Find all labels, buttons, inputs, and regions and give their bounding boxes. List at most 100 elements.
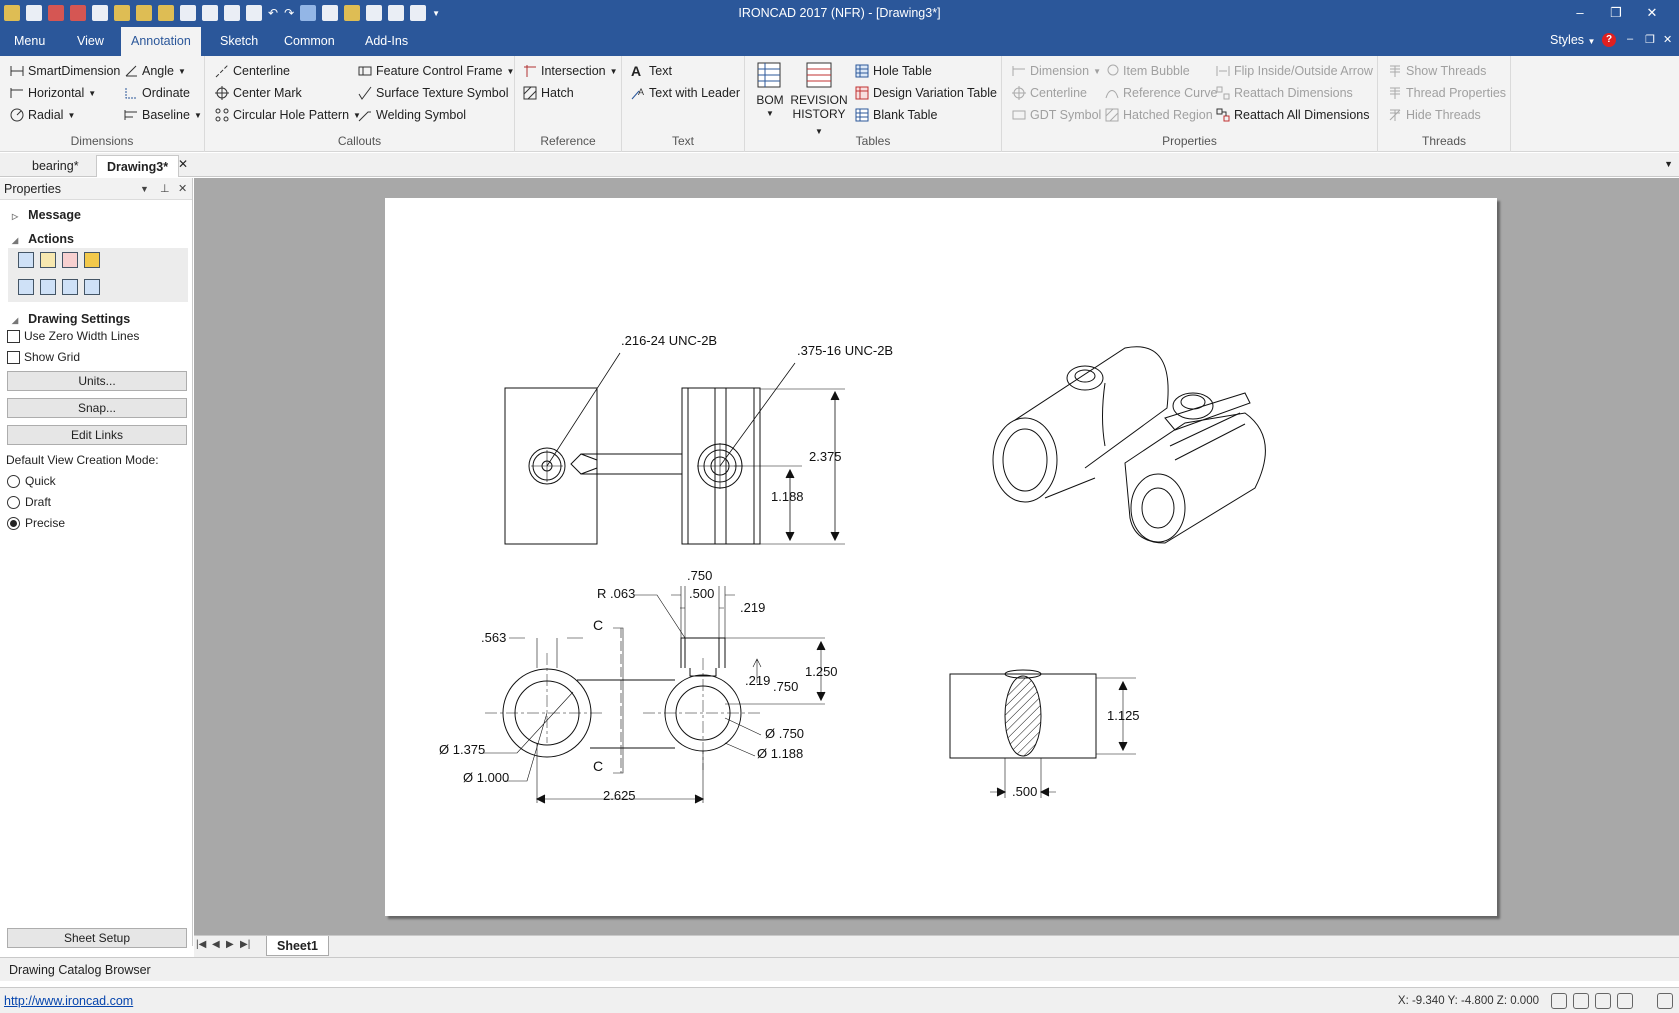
tree-action-icon[interactable] [62,279,78,295]
close-button[interactable]: ✕ [1637,3,1667,23]
ordinate-button[interactable]: Ordinate [124,83,190,103]
hierarchy-action-icon[interactable] [84,279,100,295]
actions-section[interactable]: ◢ Actions [12,232,74,246]
pan-icon[interactable] [1573,993,1589,1009]
tab-menu[interactable]: Menu [4,27,55,56]
drawing-canvas[interactable]: .216-24 UNC-2B .375-16 UNC-2B 2.375 1.18… [194,178,1679,935]
smart-icon[interactable] [300,5,317,21]
sheet-setup-button[interactable]: Sheet Setup [7,928,187,948]
intersection-button[interactable]: Intersection ▼ [523,61,618,81]
hatched-region-button[interactable]: Hatched Region [1105,105,1213,125]
folder-action-icon[interactable] [84,252,100,268]
tab-annotation[interactable]: Annotation [121,27,201,56]
smartdimension-button[interactable]: SmartDimension [10,61,120,81]
customize-dropdown-icon[interactable]: ▼ [432,9,440,18]
welding-symbol-button[interactable]: Welding Symbol [358,105,466,125]
catalog-browser-bar[interactable]: Drawing Catalog Browser [0,957,1679,981]
doc-tab-drawing3[interactable]: Drawing3* [96,155,180,177]
undo-icon[interactable]: ↶ [268,6,278,20]
gdt-symbol-button[interactable]: GDT Symbol [1012,105,1101,125]
edit-links-button[interactable]: Edit Links [7,425,187,445]
sheet-action-icon[interactable] [40,252,56,268]
doc-list-dropdown-icon[interactable]: ▼ [1664,159,1673,169]
app-menu-icon[interactable] [4,5,20,21]
find-action-icon[interactable] [62,252,78,268]
minimize-button[interactable]: – [1565,3,1595,23]
last-sheet-icon[interactable]: ▶| [240,939,250,950]
baseline-button[interactable]: Baseline ▼ [124,105,202,125]
save-icon[interactable] [180,5,196,21]
ribbon-close-icon[interactable]: ✕ [1663,33,1672,46]
styles-menu[interactable]: Styles ▼ [1550,33,1595,47]
mode-precise-radio[interactable]: Precise [7,516,65,530]
flip-arrow-button[interactable]: Flip Inside/Outside Arrow [1216,61,1373,81]
tab-sketch[interactable]: Sketch [210,27,268,56]
section-view[interactable] [949,669,1136,798]
save-all-icon[interactable] [202,5,218,21]
first-sheet-icon[interactable]: |◀ [196,939,206,950]
message-section[interactable]: ▷ Message [12,208,81,222]
isometric-view[interactable] [992,346,1266,544]
hatch-button[interactable]: Hatch [523,83,574,103]
panel-close-icon[interactable]: ✕ [178,178,187,200]
reattach-all-dimensions-button[interactable]: Reattach All Dimensions [1216,105,1369,125]
checkbox-box[interactable] [7,329,20,343]
pin-icon[interactable]: ⊥ [160,178,170,200]
radio-circle-selected[interactable] [7,516,20,530]
sheet-icon[interactable] [322,5,339,21]
use-zero-width-lines-checkbox[interactable]: Use Zero Width Lines [7,329,139,343]
bar-icon[interactable] [366,5,383,21]
thread-properties-button[interactable]: Thread Properties [1388,83,1506,103]
center-mark-button[interactable]: Center Mark [215,83,302,103]
tab-view[interactable]: View [67,27,114,56]
new-icon[interactable] [26,5,42,21]
ironcad-link[interactable]: http://www.ironcad.com [4,994,133,1008]
surface-texture-button[interactable]: Surface Texture Symbol [358,83,508,103]
ribbon-minimize-icon[interactable]: – [1627,33,1633,45]
sheet-tab-sheet1[interactable]: Sheet1 [266,936,329,956]
feature-control-frame-button[interactable]: Feature Control Frame ▼ [358,61,514,81]
reference-curve-button[interactable]: Reference Curve [1105,83,1218,103]
close-doc-tab-icon[interactable]: ✕ [178,157,188,171]
front-view[interactable] [483,586,826,804]
hide-threads-button[interactable]: Hide Threads [1388,105,1481,125]
drawing-settings-section[interactable]: ◢ Drawing Settings [12,312,130,326]
new-scene-icon[interactable] [92,5,108,21]
centerline-button[interactable]: Centerline [215,61,290,81]
help-icon[interactable]: ? [1602,33,1616,47]
show-grid-checkbox[interactable]: Show Grid [7,350,80,364]
print-icon[interactable] [224,5,240,21]
doc-tab-bearing[interactable]: bearing* [22,155,89,177]
zoom-icon[interactable] [1595,993,1611,1009]
new-sheet-icon[interactable] [114,5,130,21]
item-bubble-button[interactable]: Item Bubble [1105,61,1190,81]
catalog-icon[interactable] [344,5,361,21]
show-threads-button[interactable]: Show Threads [1388,61,1486,81]
scroll-icon[interactable] [1551,993,1567,1009]
view-action-icon[interactable] [18,279,34,295]
mode-draft-radio[interactable]: Draft [7,495,51,509]
revision-history-button[interactable]: REVISION HISTORY ▼ [789,60,849,139]
open-icon[interactable] [158,5,174,21]
radio-circle[interactable] [7,474,20,488]
text-with-leader-button[interactable]: A Text with Leader [631,83,740,103]
bom-button[interactable]: BOM ▼ [751,60,789,121]
units-button[interactable]: Units... [7,371,187,391]
zoom-window-icon[interactable] [1617,993,1633,1009]
fit-view-icon[interactable] [1657,993,1673,1009]
dimension-prop-button[interactable]: Dimension ▼ [1012,61,1101,81]
prev-sheet-icon[interactable]: ◀ [212,939,220,950]
template-icon[interactable] [136,5,152,21]
close-doc-icon[interactable] [70,5,86,21]
next-sheet-icon[interactable]: ▶ [226,939,234,950]
centerline-prop-button[interactable]: Centerline [1012,83,1087,103]
tab-add-ins[interactable]: Add-Ins [355,27,418,56]
checkbox-box[interactable] [7,350,20,364]
hole-table-button[interactable]: Hole Table [855,61,932,81]
mode-quick-radio[interactable]: Quick [7,474,56,488]
angle-button[interactable]: Angle ▼ [124,61,186,81]
redo-icon[interactable]: ↷ [284,6,294,20]
tab-common[interactable]: Common [274,27,345,56]
design-variation-table-button[interactable]: Design Variation Table [855,83,997,103]
circular-hole-pattern-button[interactable]: Circular Hole Pattern ▼ [215,105,361,125]
